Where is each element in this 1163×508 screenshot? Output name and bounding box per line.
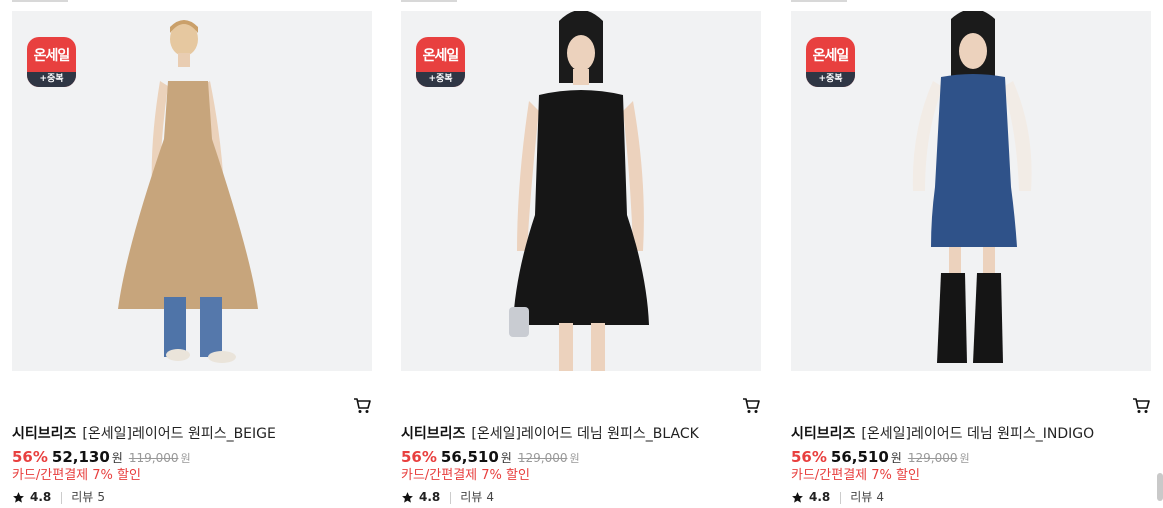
original-price: 129,000	[517, 451, 568, 465]
sale-price: 52,130	[51, 448, 110, 466]
rating-value: 4.8	[419, 490, 441, 504]
divider	[401, 0, 457, 2]
product-image[interactable]: 온세일 +중복	[12, 11, 372, 371]
card-discount-text: 카드/간편결제 7% 할인	[791, 468, 920, 483]
badge-sub-label: +중복	[806, 72, 855, 87]
product-card[interactable]: 온세일 +중복 시티브리즈 [온세일]레이어드 원피스_BEIGE 56% 52,1…	[12, 0, 372, 508]
discount-rate: 56%	[791, 448, 827, 466]
product-card[interactable]: 온세일 +중복 시티브리즈 [온세일]레이어드 데님 원피스_BLACK 56% 5…	[401, 0, 761, 508]
cart-icon[interactable]	[741, 395, 761, 415]
currency-label: 원	[500, 451, 512, 465]
card-discount-text: 카드/간편결제 7% 할인	[12, 468, 141, 483]
on-sale-badge: 온세일 +중복	[806, 37, 855, 87]
review-count: 4	[486, 490, 494, 504]
cart-icon[interactable]	[352, 395, 372, 415]
review-label: 리뷰	[850, 490, 873, 504]
price-row: 56% 52,130 원 119,000 원	[12, 447, 191, 469]
card-discount-text: 카드/간편결제 7% 할인	[401, 468, 530, 483]
badge-main-label: 온세일	[422, 48, 460, 64]
discount-rate: 56%	[12, 448, 48, 466]
price-row: 56% 56,510 원 129,000 원	[401, 447, 580, 469]
cart-icon[interactable]	[1131, 395, 1151, 415]
product-title[interactable]: 시티브리즈 [온세일]레이어드 원피스_BEIGE	[12, 425, 384, 443]
discount-rate: 56%	[401, 448, 437, 466]
star-icon	[402, 492, 413, 503]
product-image[interactable]: 온세일 +중복	[401, 11, 761, 371]
rating-row: 4.8 리뷰 4	[791, 489, 884, 506]
divider	[840, 491, 842, 504]
brand-name[interactable]: 시티브리즈	[401, 426, 465, 442]
review-count: 4	[876, 490, 884, 504]
brand-name[interactable]: 시티브리즈	[12, 426, 76, 442]
product-title[interactable]: 시티브리즈 [온세일]레이어드 데님 원피스_INDIGO	[791, 425, 1163, 443]
divider	[12, 0, 68, 2]
sale-price: 56,510	[440, 448, 499, 466]
divider	[791, 0, 847, 2]
review-count: 5	[97, 490, 105, 504]
review-label: 리뷰	[71, 490, 94, 504]
product-name[interactable]: [온세일]레이어드 데님 원피스_BLACK	[471, 426, 698, 442]
product-name[interactable]: [온세일]레이어드 데님 원피스_INDIGO	[861, 426, 1094, 442]
product-image[interactable]: 온세일 +중복	[791, 11, 1151, 371]
divider	[450, 491, 452, 504]
currency-label: 원	[569, 452, 580, 465]
badge-main-label: 온세일	[812, 48, 850, 64]
product-card[interactable]: 온세일 +중복 시티브리즈 [온세일]레이어드 데님 원피스_INDIGO 56%…	[791, 0, 1151, 508]
badge-sub-label: +중복	[27, 72, 76, 87]
sale-price: 56,510	[830, 448, 889, 466]
star-icon	[792, 492, 803, 503]
badge-sub-label: +중복	[416, 72, 465, 87]
rating-row: 4.8 리뷰 4	[401, 489, 494, 506]
product-name[interactable]: [온세일]레이어드 원피스_BEIGE	[82, 426, 275, 442]
star-icon	[13, 492, 24, 503]
scrollbar-thumb[interactable]	[1157, 473, 1163, 501]
currency-label: 원	[180, 452, 191, 465]
rating-value: 4.8	[30, 490, 52, 504]
original-price: 119,000	[128, 451, 179, 465]
currency-label: 원	[890, 451, 902, 465]
divider	[61, 491, 63, 504]
brand-name[interactable]: 시티브리즈	[791, 426, 855, 442]
currency-label: 원	[111, 451, 123, 465]
rating-value: 4.8	[809, 490, 831, 504]
original-price: 129,000	[907, 451, 958, 465]
price-row: 56% 56,510 원 129,000 원	[791, 447, 970, 469]
review-label: 리뷰	[460, 490, 483, 504]
on-sale-badge: 온세일 +중복	[27, 37, 76, 87]
badge-main-label: 온세일	[33, 48, 71, 64]
currency-label: 원	[959, 452, 970, 465]
on-sale-badge: 온세일 +중복	[416, 37, 465, 87]
product-title[interactable]: 시티브리즈 [온세일]레이어드 데님 원피스_BLACK	[401, 425, 773, 443]
rating-row: 4.8 리뷰 5	[12, 489, 105, 506]
